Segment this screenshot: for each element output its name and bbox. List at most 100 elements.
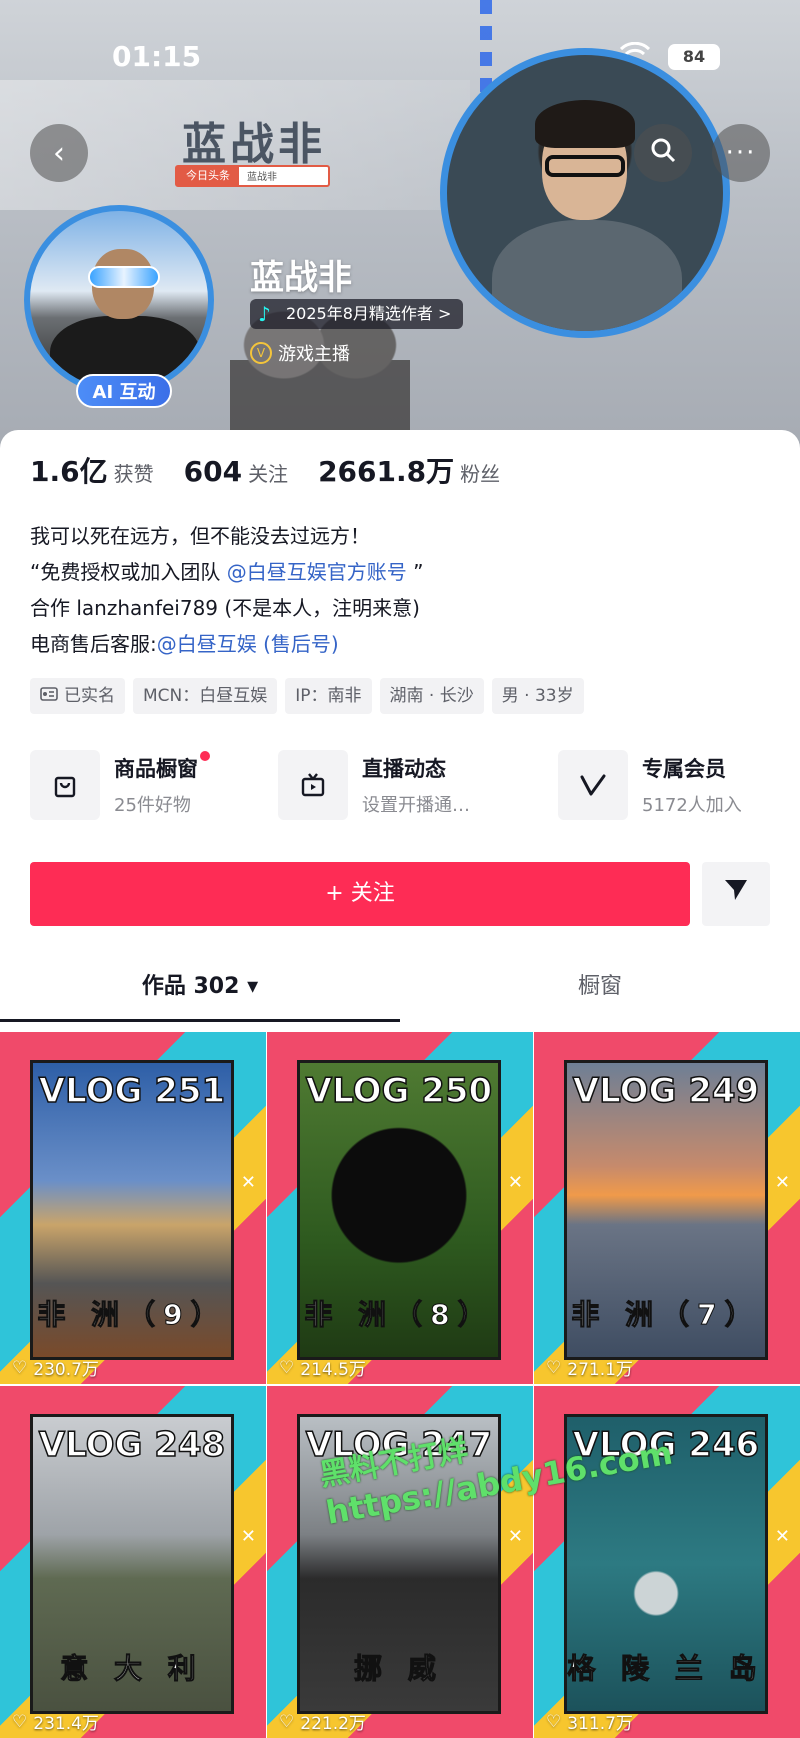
bio-line: “免费授权或加入团队 @白昼互娱官方账号 ” xyxy=(30,554,423,590)
stat-label: 获赞 xyxy=(113,462,154,486)
video-thumbnail: VLOG 248 意 大 利 xyxy=(30,1414,234,1714)
bio-line: 合作 lanzhanfei789 (不是本人，注明来意) xyxy=(30,596,420,620)
stat-likes[interactable]: 1.6亿 获赞 xyxy=(30,450,154,490)
heart-icon: ♡ xyxy=(279,1357,295,1378)
ai-interact-badge[interactable]: AI 互动 xyxy=(76,374,172,408)
feature-live[interactable]: 直播动态 设置开播通… xyxy=(278,750,558,820)
tag-gender-age[interactable]: 男 · 33岁 xyxy=(491,678,584,714)
bio-text: “免费授权或加入团队 xyxy=(30,560,227,584)
chevron-left-icon: ‹ xyxy=(53,135,65,171)
video-place: 格 陵 兰 岛 xyxy=(567,1652,765,1686)
stat-following[interactable]: 604 关注 xyxy=(184,455,288,488)
decor-x-icon: ✕ xyxy=(240,1526,256,1547)
feature-subtitle: 5172人加入 xyxy=(642,795,742,816)
official-account-link[interactable]: @白昼互娱官方账号 xyxy=(227,560,407,584)
profile-name: 蓝战非 xyxy=(250,258,352,298)
video-title: VLOG 250 xyxy=(305,1070,493,1112)
creator-badge[interactable]: ♪ 2025年8月精选作者 > xyxy=(250,299,464,329)
tag-verified[interactable]: 已实名 xyxy=(30,678,125,714)
search-icon xyxy=(650,136,676,171)
bio-line: 我可以死在远方，但不能没去过远方！ xyxy=(30,524,370,548)
send-icon xyxy=(723,879,749,909)
bio-text: ” xyxy=(406,560,424,584)
verified-v-icon: V xyxy=(250,342,272,364)
like-count: ♡ 230.7万 xyxy=(12,1357,99,1381)
id-card-icon xyxy=(40,678,58,714)
stats-row: 1.6亿 获赞 604 关注 2661.8万 粉丝 xyxy=(30,450,500,490)
heart-icon: ♡ xyxy=(279,1711,295,1732)
like-count: ♡ 214.5万 xyxy=(279,1357,366,1381)
back-button[interactable]: ‹ xyxy=(30,124,88,182)
heart-icon: ♡ xyxy=(12,1711,28,1732)
decor-x-icon: ✕ xyxy=(774,1172,790,1193)
video-thumbnail: VLOG 249 非 洲（7） xyxy=(564,1060,768,1360)
video-place: 非 洲（9） xyxy=(37,1298,227,1332)
video-tile[interactable]: VLOG 249 非 洲（7） ✕ ♡ 271.1万 xyxy=(534,1032,800,1384)
after-sales-link[interactable]: @白昼互娱 (售后号) xyxy=(157,632,339,656)
feature-entries: 商品橱窗 25件好物 直播动态 设置开播通… 专属会员 5172人加入 xyxy=(30,750,770,820)
video-title: VLOG 248 xyxy=(38,1424,226,1466)
video-tile[interactable]: VLOG 250 非 洲（8） ✕ ♡ 214.5万 xyxy=(267,1032,533,1384)
role-label: 游戏主播 xyxy=(278,344,350,365)
decor-x-icon: ✕ xyxy=(240,1172,256,1193)
stat-value: 2661.8万 xyxy=(318,455,455,488)
tv-icon xyxy=(278,750,348,820)
video-tile[interactable]: VLOG 248 意 大 利 ✕ ♡ 231.4万 xyxy=(0,1386,266,1738)
feature-subtitle: 25件好物 xyxy=(114,795,191,816)
stat-label: 粉丝 xyxy=(460,462,501,486)
like-count: ♡ 231.4万 xyxy=(12,1711,99,1735)
tab-works[interactable]: 作品 302 ▾ xyxy=(0,952,400,1022)
more-button[interactable]: ··· xyxy=(712,124,770,182)
video-place: 挪 威 xyxy=(354,1652,444,1686)
like-count: ♡ 221.2万 xyxy=(279,1711,366,1735)
decor-x-icon: ✕ xyxy=(507,1526,523,1547)
stat-followers[interactable]: 2661.8万 粉丝 xyxy=(318,450,500,490)
tag-ip[interactable]: IP：南非 xyxy=(285,678,372,714)
video-place: 非 洲（7） xyxy=(571,1298,761,1332)
cover-search-tag: 今日头条 xyxy=(177,167,239,185)
member-v-icon xyxy=(558,750,628,820)
follow-button[interactable]: + 关注 xyxy=(30,862,690,926)
tab-shop-window[interactable]: 橱窗 xyxy=(400,952,800,1022)
cover-search-text: 蓝战非 xyxy=(247,172,277,183)
feature-shop-window[interactable]: 商品橱窗 25件好物 xyxy=(30,750,278,820)
cover-portrait xyxy=(440,48,730,338)
like-count: ♡ 311.7万 xyxy=(546,1711,633,1735)
creator-badge-label: 2025年8月精选作者 > xyxy=(286,304,452,323)
bio: 我可以死在远方，但不能没去过远方！ “免费授权或加入团队 @白昼互娱官方账号 ”… xyxy=(30,518,423,662)
feature-subtitle: 设置开播通… xyxy=(362,795,470,816)
bio-line: 电商售后客服:@白昼互娱 (售后号) xyxy=(30,626,423,662)
heart-icon: ♡ xyxy=(546,1357,562,1378)
tiktok-note-icon: ♪ xyxy=(258,302,271,326)
decor-x-icon: ✕ xyxy=(507,1172,523,1193)
battery-indicator: 84 xyxy=(668,44,720,70)
feature-title: 专属会员 xyxy=(642,757,726,781)
avatar[interactable] xyxy=(24,205,214,395)
status-time: 01:15 xyxy=(112,40,202,73)
cover-banner-title: 蓝战非 xyxy=(182,119,326,170)
notification-dot xyxy=(200,751,210,761)
video-place: 非 洲（8） xyxy=(304,1298,494,1332)
decor-x-icon: ✕ xyxy=(774,1526,790,1547)
video-thumbnail: VLOG 250 非 洲（8） xyxy=(297,1060,501,1360)
search-button[interactable] xyxy=(634,124,692,182)
video-thumbnail: VLOG 251 非 洲（9） xyxy=(30,1060,234,1360)
role-line: V 游戏主播 xyxy=(250,340,350,366)
feature-membership[interactable]: 专属会员 5172人加入 xyxy=(558,750,742,820)
video-title: VLOG 249 xyxy=(572,1070,760,1112)
video-tile[interactable]: VLOG 251 非 洲（9） ✕ ♡ 230.7万 xyxy=(0,1032,266,1384)
stat-value: 604 xyxy=(183,455,243,488)
feature-title: 商品橱窗 xyxy=(114,751,210,783)
stat-value: 1.6亿 xyxy=(30,455,108,488)
profile-tags: 已实名 MCN：白昼互娱 IP：南非 湖南 · 长沙 男 · 33岁 xyxy=(30,678,584,714)
tag-mcn[interactable]: MCN：白昼互娱 xyxy=(133,678,278,714)
bio-text: 电商售后客服: xyxy=(30,632,157,656)
tag-label: 已实名 xyxy=(64,686,115,706)
share-button[interactable] xyxy=(702,862,770,926)
active-tab-indicator xyxy=(0,1019,400,1022)
feature-title: 直播动态 xyxy=(362,757,446,781)
shopping-bag-icon xyxy=(30,750,100,820)
stat-label: 关注 xyxy=(248,462,289,486)
cover-search-box: 今日头条 蓝战非 xyxy=(175,165,330,187)
tag-location[interactable]: 湖南 · 长沙 xyxy=(379,678,484,714)
